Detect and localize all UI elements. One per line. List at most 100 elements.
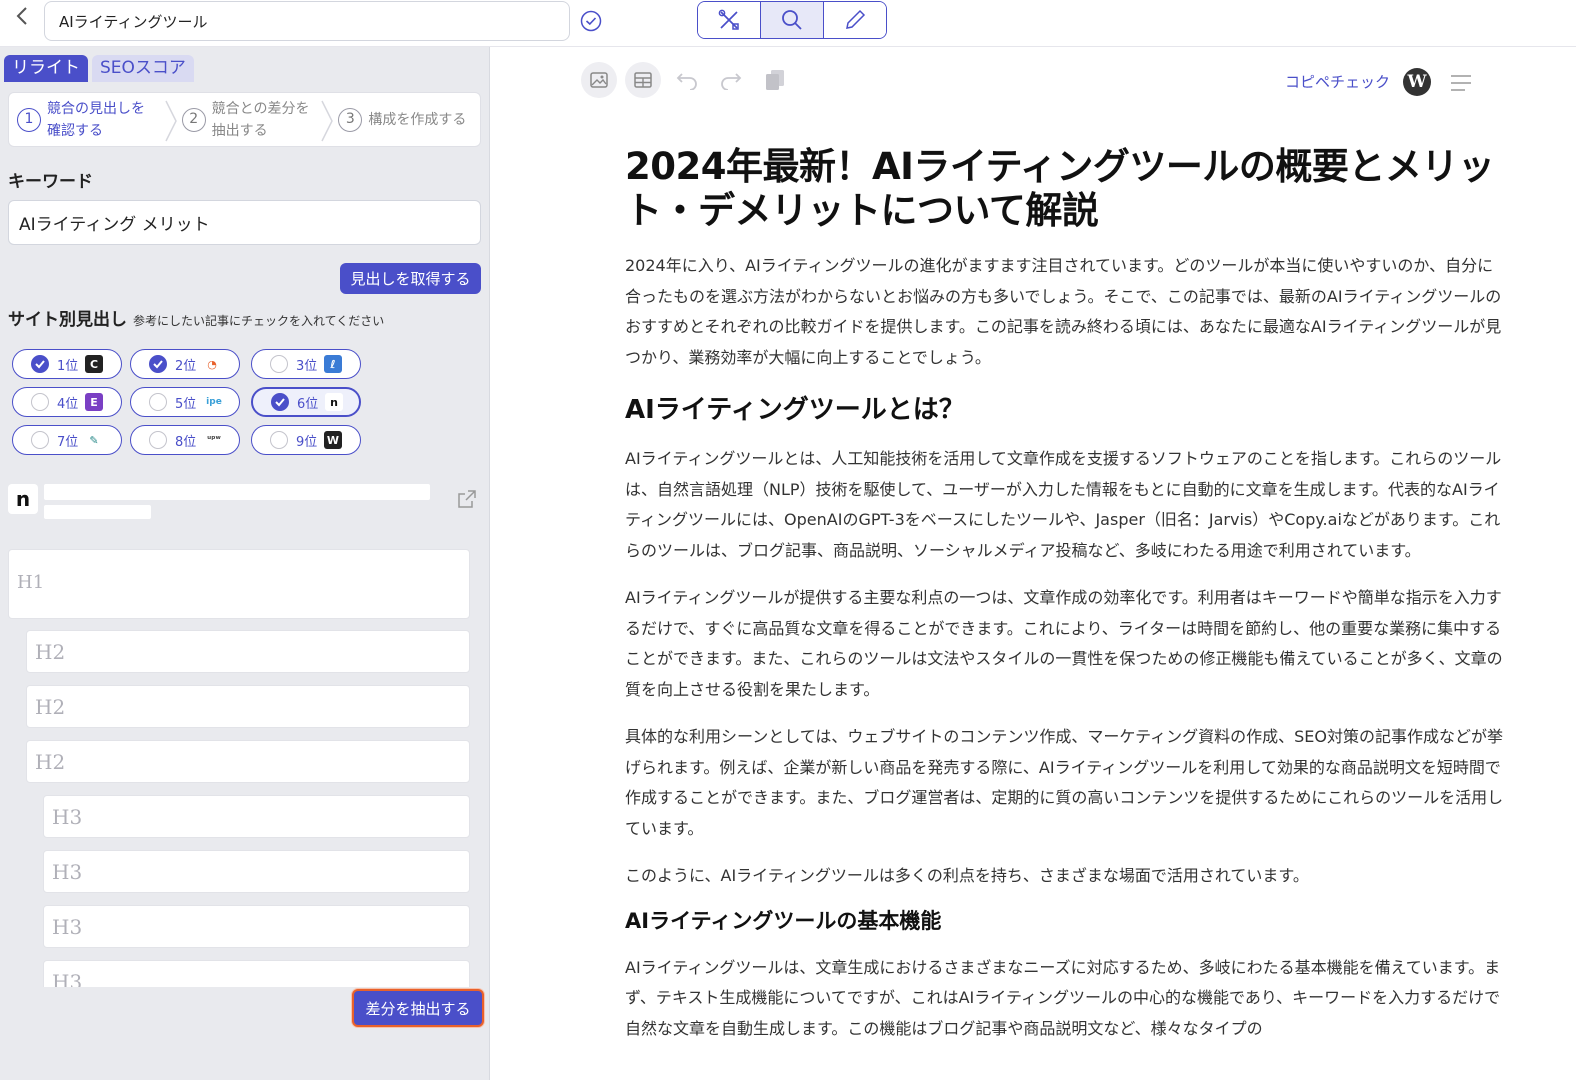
checked-checkbox[interactable] [31, 355, 49, 373]
checked-checkbox[interactable] [271, 393, 289, 411]
checkbox[interactable] [270, 355, 288, 373]
heading-item[interactable]: H3 [43, 795, 470, 838]
redo-icon [721, 73, 742, 90]
keyword-input[interactable] [8, 200, 481, 245]
heading-item[interactable]: H3 [43, 960, 470, 987]
search-mode-button[interactable] [761, 2, 824, 38]
heading-level-label: H2 [35, 640, 66, 664]
tab-rewrite[interactable]: リライト [4, 55, 88, 82]
heading-item[interactable]: H1 [8, 549, 470, 619]
edit-mode-button[interactable] [824, 2, 886, 38]
rank-chip[interactable]: 4位 E [12, 387, 122, 417]
article-title[interactable]: 2024年最新！AIライティングツールの概要とメリット・デメリットについて解説 [625, 145, 1505, 233]
checkbox[interactable] [31, 393, 49, 411]
site-favicon-icon: ✎ [85, 431, 103, 449]
rank-label: 7位 [57, 434, 79, 450]
step-number: 2 [181, 107, 206, 132]
insert-table-button[interactable] [625, 62, 661, 98]
redo-button[interactable] [713, 62, 749, 98]
checked-checkbox[interactable] [149, 355, 167, 373]
heading-level-label: H3 [52, 915, 83, 939]
step-number: 1 [17, 107, 41, 132]
article-paragraph[interactable]: AIライティングツールとは、人工知能技術を活用して文章作成を支援するソフトウェア… [625, 444, 1505, 566]
editor-pane: コピペチェック W 2024年最新！AIライティングツールの概要とメリット・デメ… [491, 47, 1576, 1080]
heading-item[interactable]: H3 [43, 850, 470, 893]
heading-level-label: H3 [52, 805, 83, 829]
undo-button[interactable] [669, 62, 705, 98]
rank-label: 5位 [175, 396, 197, 412]
extract-diff-button[interactable]: 差分を抽出する [352, 989, 484, 1027]
fetch-headings-button[interactable]: 見出しを取得する [340, 263, 481, 294]
redacted-site-url [44, 505, 151, 519]
step-3[interactable]: 3 構成を作成する [330, 93, 480, 146]
site-header: n [8, 484, 481, 524]
wordpress-icon[interactable]: W [1403, 68, 1431, 96]
article-heading-h3[interactable]: AIライティングツールの基本機能 [625, 906, 1505, 936]
copy-button[interactable] [757, 62, 793, 98]
article-content[interactable]: 2024年最新！AIライティングツールの概要とメリット・デメリットについて解説 … [625, 145, 1505, 1044]
article-heading-h2[interactable]: AIライティングツールとは？ [625, 393, 1505, 427]
sidebar: リライト SEOスコア 1 競合の見出しを 確認する 2 競合との差分を 抽出する … [0, 47, 490, 1080]
step-1[interactable]: 1 競合の見出しを 確認する [9, 93, 177, 146]
rank-chip[interactable]: 3位 ℓ [251, 349, 361, 379]
heading-level-label: H3 [52, 860, 83, 884]
rank-label: 4位 [57, 396, 79, 412]
rank-label: 6位 [297, 396, 319, 412]
check-circle-icon[interactable] [580, 10, 602, 32]
article-intro[interactable]: 2024年に入り、AIライティングツールの進化がますます注目されています。どのツ… [625, 251, 1505, 373]
copy-icon [766, 70, 784, 90]
step-number: 3 [338, 107, 363, 132]
heading-outline-list: H1 H2 H2 H2 H3 H3 H3 H3 [8, 549, 473, 987]
heading-level-label: H2 [35, 750, 66, 774]
table-icon [634, 72, 652, 88]
step-label: 競合の見出しを 確認する [47, 100, 145, 139]
checkbox[interactable] [149, 431, 167, 449]
step-label: 構成を作成する [368, 111, 467, 128]
external-link-icon[interactable] [456, 488, 478, 510]
copy-check-link[interactable]: コピペチェック [1285, 71, 1390, 92]
rank-label: 1位 [57, 358, 79, 374]
back-arrow-icon[interactable] [8, 6, 36, 34]
tools-icon [718, 9, 739, 30]
tools-mode-button[interactable] [698, 2, 761, 38]
step-label: 競合との差分を 抽出する [211, 100, 310, 139]
site-headings-label: サイト別見出し 参考にしたい記事にチェックを入れてください [8, 310, 385, 330]
rank-chip[interactable]: 2位 ◔ [130, 349, 240, 379]
insert-image-button[interactable] [581, 62, 617, 98]
rank-label: 3位 [296, 358, 318, 374]
menu-icon[interactable] [1449, 71, 1473, 95]
top-bar [0, 0, 1576, 47]
undo-icon [676, 73, 697, 90]
rank-chip[interactable]: 1位 C [12, 349, 122, 379]
site-favicon-icon: C [85, 355, 103, 373]
heading-level-label: H3 [52, 970, 83, 987]
article-paragraph[interactable]: 具体的な利用シーンとしては、ウェブサイトのコンテンツ作成、マーケティング資料の作… [625, 722, 1505, 844]
site-favicon-icon: ℓ [324, 355, 342, 373]
rank-chip[interactable]: 9位 W [251, 425, 361, 455]
checkbox[interactable] [31, 431, 49, 449]
article-title-input[interactable] [44, 1, 570, 41]
tab-seo-score[interactable]: SEOスコア [92, 55, 194, 82]
step-2[interactable]: 2 競合との差分を 抽出する [174, 93, 334, 146]
heading-item[interactable]: H2 [26, 740, 470, 783]
rank-chip[interactable]: 5位 ipe [130, 387, 240, 417]
rank-chip[interactable]: 6位 n [251, 387, 361, 417]
article-paragraph[interactable]: AIライティングツールが提供する主要な利点の一つは、文章作成の効率化です。利用者… [625, 583, 1505, 705]
article-paragraph[interactable]: このように、AIライティングツールは多くの利点を持ち、さまざまな場面で活用されて… [625, 861, 1505, 892]
heading-item[interactable]: H2 [26, 630, 470, 673]
heading-level-label: H2 [35, 695, 66, 719]
site-favicon: n [8, 484, 38, 514]
heading-item[interactable]: H2 [26, 685, 470, 728]
site-favicon-icon: ᵘᵖʷ [203, 431, 225, 449]
rank-chip[interactable]: 8位 ᵘᵖʷ [130, 425, 240, 455]
rank-chip[interactable]: 7位 ✎ [12, 425, 122, 455]
site-headings-hint: 参考にしたい記事にチェックを入れてください [133, 314, 385, 328]
heading-item[interactable]: H3 [43, 905, 470, 948]
checkbox[interactable] [149, 393, 167, 411]
rank-label: 9位 [296, 434, 318, 450]
mode-switcher [697, 1, 887, 39]
article-paragraph[interactable]: AIライティングツールは、文章生成におけるさまざまなニーズに対応するため、多岐に… [625, 953, 1505, 1045]
image-icon [590, 72, 608, 88]
site-favicon-icon: n [325, 393, 343, 411]
checkbox[interactable] [270, 431, 288, 449]
